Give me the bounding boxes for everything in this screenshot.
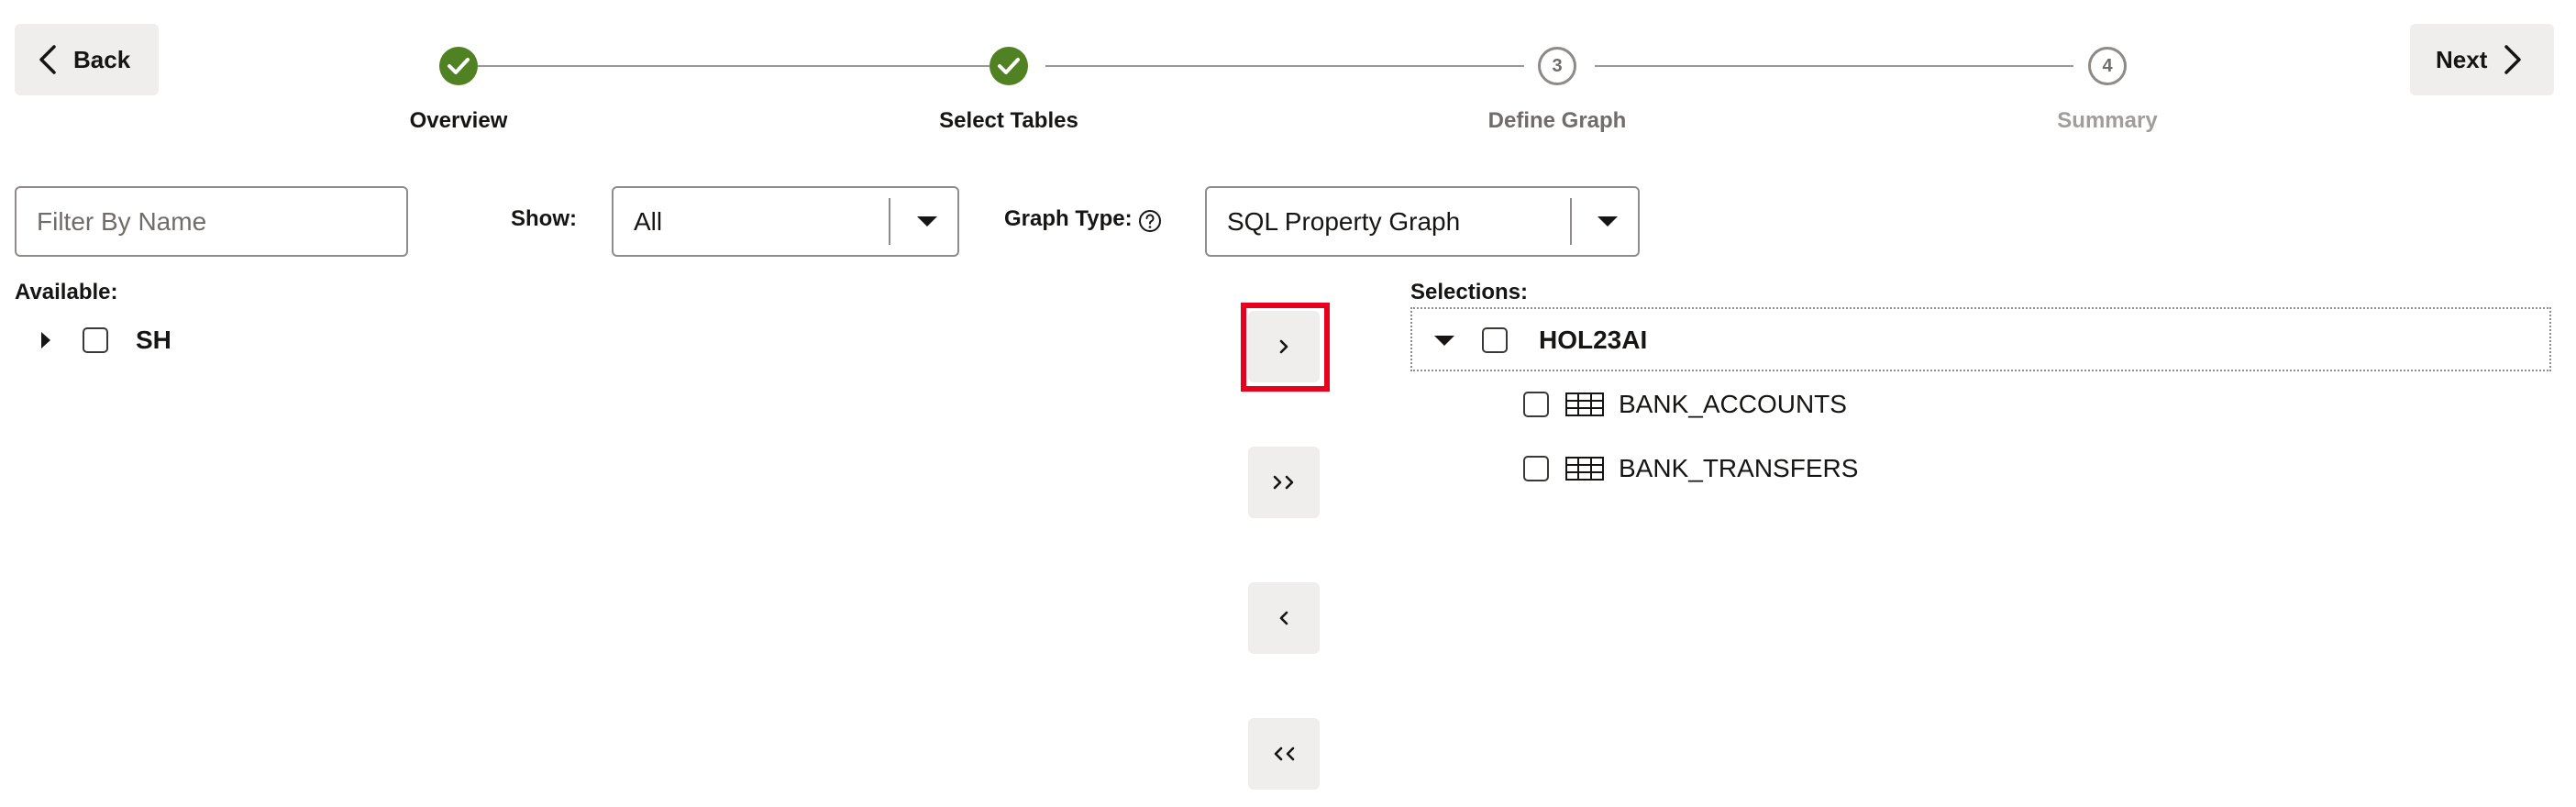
chevron-right-icon <box>2504 45 2522 74</box>
chevron-down-icon[interactable] <box>1598 216 1618 227</box>
step-select-tables-check-icon[interactable] <box>989 47 1028 85</box>
step-connector <box>478 65 989 67</box>
table-name: BANK_ACCOUNTS <box>1619 390 1847 418</box>
move-selected-left-button[interactable] <box>1248 582 1320 654</box>
graph-type-label: Graph Type: <box>1004 206 1133 231</box>
expand-caret-icon[interactable] <box>41 332 50 348</box>
double-chevron-right-icon <box>1273 475 1294 490</box>
table-row[interactable]: BANK_TRANSFERS <box>1523 453 1858 484</box>
table-name: BANK_TRANSFERS <box>1619 454 1859 482</box>
show-label: Show: <box>511 206 577 231</box>
highlight-box <box>1241 303 1330 392</box>
checkbox[interactable] <box>83 327 108 353</box>
select-divider <box>889 198 890 245</box>
collapse-caret-icon[interactable] <box>1434 335 1454 346</box>
graph-type-select[interactable]: SQL Property Graph <box>1205 186 1640 257</box>
double-chevron-left-icon <box>1274 746 1295 761</box>
move-all-left-button[interactable] <box>1248 718 1320 790</box>
table-row[interactable]: BANK_ACCOUNTS <box>1523 389 1847 420</box>
step-number: 3 <box>1552 55 1563 76</box>
checkbox[interactable] <box>1523 392 1549 417</box>
next-label: Next <box>2436 45 2488 73</box>
graph-type-value: SQL Property Graph <box>1227 206 1461 236</box>
checkbox[interactable] <box>1523 456 1549 481</box>
select-divider <box>1570 198 1572 245</box>
step-connector <box>1045 65 1524 67</box>
schema-name: SH <box>136 326 171 354</box>
list-item[interactable]: HOL23AI <box>1434 326 1647 355</box>
step-overview-check-icon[interactable] <box>439 47 478 85</box>
step-connector <box>1595 65 2073 67</box>
table-icon <box>1565 392 1604 416</box>
step-number: 4 <box>2102 55 2113 76</box>
step-label-define-graph[interactable]: Define Graph <box>1392 108 1722 134</box>
selections-label: Selections: <box>1410 280 1529 304</box>
schema-name: HOL23AI <box>1539 326 1648 354</box>
chevron-down-icon[interactable] <box>917 216 937 227</box>
step-label-summary[interactable]: Summary <box>1942 108 2272 134</box>
show-value: All <box>634 206 663 236</box>
step-summary-circle[interactable]: 4 <box>2088 47 2127 85</box>
filter-placeholder: Filter By Name <box>37 206 207 236</box>
filter-input[interactable]: Filter By Name <box>15 186 408 257</box>
back-label: Back <box>73 45 131 73</box>
chevron-left-icon <box>39 45 56 74</box>
list-item[interactable]: SH <box>41 326 171 355</box>
step-label-select-tables[interactable]: Select Tables <box>844 108 1174 134</box>
back-button[interactable]: Back <box>15 24 159 95</box>
table-icon <box>1565 457 1604 481</box>
show-select[interactable]: All <box>612 186 959 257</box>
help-icon[interactable] <box>1138 209 1162 233</box>
step-label-overview[interactable]: Overview <box>293 108 624 134</box>
move-all-right-button[interactable] <box>1248 447 1320 518</box>
step-define-graph-circle[interactable]: 3 <box>1538 47 1576 85</box>
next-button[interactable]: Next <box>2410 24 2554 95</box>
checkbox[interactable] <box>1482 327 1508 353</box>
available-label: Available: <box>15 280 118 304</box>
chevron-left-icon <box>1279 611 1288 625</box>
